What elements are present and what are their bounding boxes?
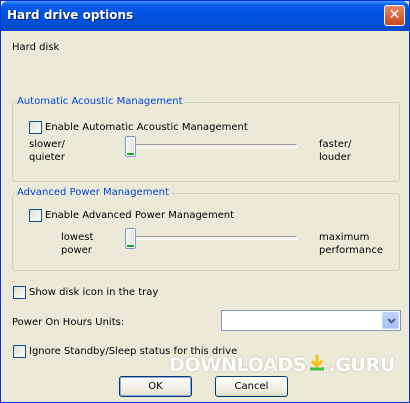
close-icon: ✕ [388,7,401,23]
acoustic-left-label: slower/ quieter [29,139,65,163]
acoustic-right-label: faster/ louder [319,139,352,163]
show-tray-icon-checkbox[interactable] [13,286,26,299]
enable-power-label: Enable Advanced Power Management [45,210,235,221]
power-slider-thumb[interactable] [125,228,136,249]
title-bar[interactable]: Hard drive options ✕ [1,1,409,31]
power-on-hours-label: Power On Hours Units: [12,317,125,328]
acoustic-group-title: Automatic Acoustic Management [15,96,185,107]
watermark-text-part2: .GURU [328,354,396,376]
enable-acoustic-checkbox[interactable] [29,121,42,134]
power-slider-track [125,236,297,240]
acoustic-slider-thumb[interactable] [125,136,136,157]
download-arrow-icon [307,353,327,378]
power-right-label: maximum performance [319,232,384,256]
watermark-text-part1: DOWNLOADS [169,354,307,376]
downloads-guru-watermark: DOWNLOADS .GURU [169,353,395,383]
chevron-down-icon[interactable] [382,312,399,329]
show-tray-icon-label: Show disk icon in the tray [29,287,159,298]
power-on-hours-dropdown[interactable] [221,310,401,331]
acoustic-slider-track [125,144,297,148]
enable-power-checkbox[interactable] [29,209,42,222]
enable-acoustic-label: Enable Automatic Acoustic Management [45,122,248,133]
ignore-standby-checkbox[interactable] [13,345,26,358]
power-group-title: Advanced Power Management [15,187,171,198]
window-title: Hard drive options [7,8,134,22]
hard-disk-label: Hard disk [12,42,60,53]
power-left-label: lowest power [61,232,94,256]
hard-drive-options-dialog: Hard drive options ✕ Hard disk Automatic… [0,0,410,403]
close-button[interactable]: ✕ [384,5,405,26]
